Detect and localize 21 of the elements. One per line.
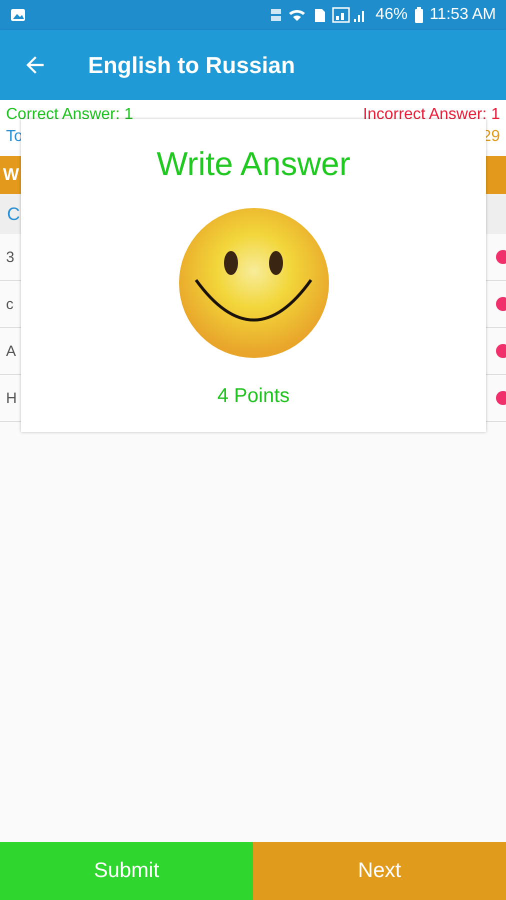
status-dot <box>496 250 506 264</box>
battery-icon <box>414 7 424 23</box>
screen-title: English to Russian <box>88 52 296 78</box>
row-text: 3 <box>6 248 14 266</box>
status-dot <box>496 391 506 405</box>
row-text: A <box>6 342 16 360</box>
incorrect-count: Incorrect Answer: 1 <box>363 106 500 124</box>
next-button[interactable]: Next <box>253 842 506 900</box>
row-text: c <box>6 296 14 312</box>
row-text: H <box>6 390 17 406</box>
smiley-face-icon <box>178 207 330 359</box>
clock: 11:53 AM <box>430 6 496 24</box>
wifi-icon <box>288 8 308 22</box>
image-icon <box>10 8 26 22</box>
battery-level: 46% <box>376 6 408 24</box>
status-dot <box>496 344 506 358</box>
correct-count: Correct Answer: 1 <box>6 106 134 124</box>
status-dot <box>496 297 506 311</box>
submit-button[interactable]: Submit <box>0 842 253 900</box>
points-earned: 4 Points <box>217 385 290 408</box>
sim-icon <box>314 8 326 22</box>
